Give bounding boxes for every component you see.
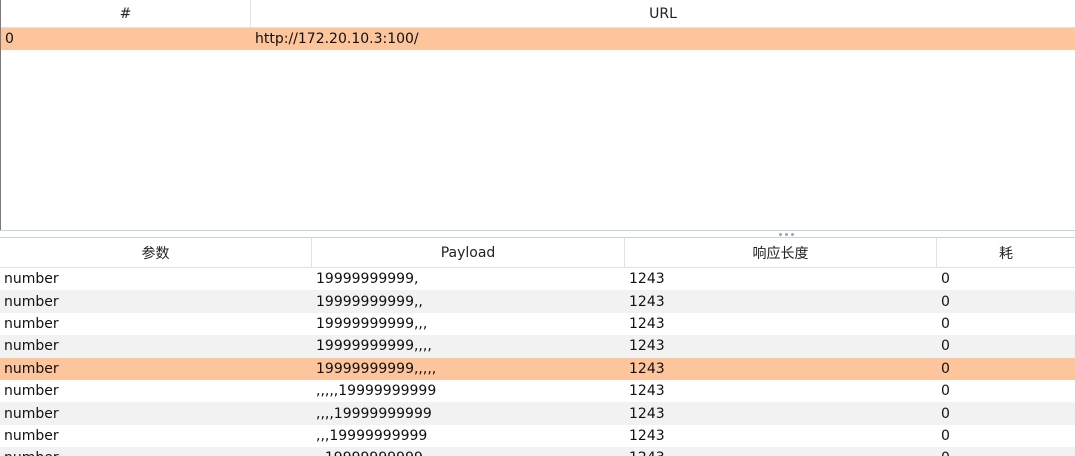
cell-payload: 19999999999,,,,, [316,360,437,377]
url-table: # URL 0 http://172.20.10.3:100/ [0,0,1075,230]
cell-length: 1243 [629,315,665,332]
cell-payload: 19999999999,,,, [316,338,432,355]
cell-length: 1243 [629,427,665,444]
cell-time: 0 [941,427,950,444]
column-header-time[interactable]: 耗 [937,238,1075,267]
cell-param: number [0,447,312,456]
column-header-index[interactable]: # [1,0,251,27]
splitter-grip-icon[interactable] [779,232,797,236]
cell-length: 1243 [629,271,665,288]
pane-splitter[interactable] [0,230,1075,238]
cell-time: 0 [937,447,1075,456]
cell-param: number [4,293,59,310]
cell-payload: ,,,,19999999999 [316,405,432,422]
cell-param: number [4,271,59,288]
cell-payload: 19999999999,,, [316,315,428,332]
cell-param: number [4,405,59,422]
app-window: # URL 0 http://172.20.10.3:100/ 参数 Paylo… [0,0,1075,456]
cell-length: 1243 [629,405,665,422]
cell-param: number [4,360,59,377]
table-row[interactable]: number 19999999999, 1243 0 [0,268,1075,290]
table-row[interactable]: number 19999999999,,,,, 1243 0 [0,357,1075,380]
table-row[interactable]: number 19999999999,, 1243 0 [0,290,1075,313]
cell-payload: ,,,19999999999 [316,427,428,444]
column-header-param[interactable]: 参数 [0,238,312,267]
cell-payload: 19999999999, [316,271,419,288]
table-row[interactable]: 0 http://172.20.10.3:100/ [1,28,1075,51]
cell-param: number [4,315,59,332]
table-row[interactable]: number ,,19999999999 1243 0 [0,447,1075,456]
table-row[interactable]: number ,,,,19999999999 1243 0 [0,402,1075,425]
cell-time: 0 [941,293,950,310]
cell-url: http://172.20.10.3:100/ [255,31,419,48]
cell-time: 0 [941,383,950,400]
cell-time: 0 [941,271,950,288]
cell-time: 0 [941,315,950,332]
column-header-length[interactable]: 响应长度 [625,238,937,267]
column-header-payload[interactable]: Payload [312,238,625,267]
cell-time: 0 [941,405,950,422]
cell-param: number [4,338,59,355]
table-row[interactable]: number 19999999999,,,, 1243 0 [0,335,1075,358]
cell-param: number [4,383,59,400]
table-row[interactable]: number ,,,,,19999999999 1243 0 [0,380,1075,402]
cell-length: 1243 [625,447,937,456]
cell-index: 0 [5,31,14,48]
cell-length: 1243 [629,338,665,355]
url-table-header: # URL [1,0,1075,28]
cell-length: 1243 [629,383,665,400]
cell-length: 1243 [629,360,665,377]
cell-time: 0 [941,360,950,377]
table-row[interactable]: number 19999999999,,, 1243 0 [0,313,1075,335]
results-table: 参数 Payload 响应长度 耗 number 19999999999, 12… [0,238,1075,456]
cell-payload: ,,19999999999 [312,447,625,456]
cell-payload: 19999999999,, [316,293,423,310]
cell-length: 1243 [629,293,665,310]
table-row[interactable]: number ,,,19999999999 1243 0 [0,425,1075,447]
cell-time: 0 [941,338,950,355]
results-table-header: 参数 Payload 响应长度 耗 [0,238,1075,268]
column-header-url[interactable]: URL [251,0,1075,27]
cell-payload: ,,,,,19999999999 [316,383,437,400]
cell-param: number [4,427,59,444]
